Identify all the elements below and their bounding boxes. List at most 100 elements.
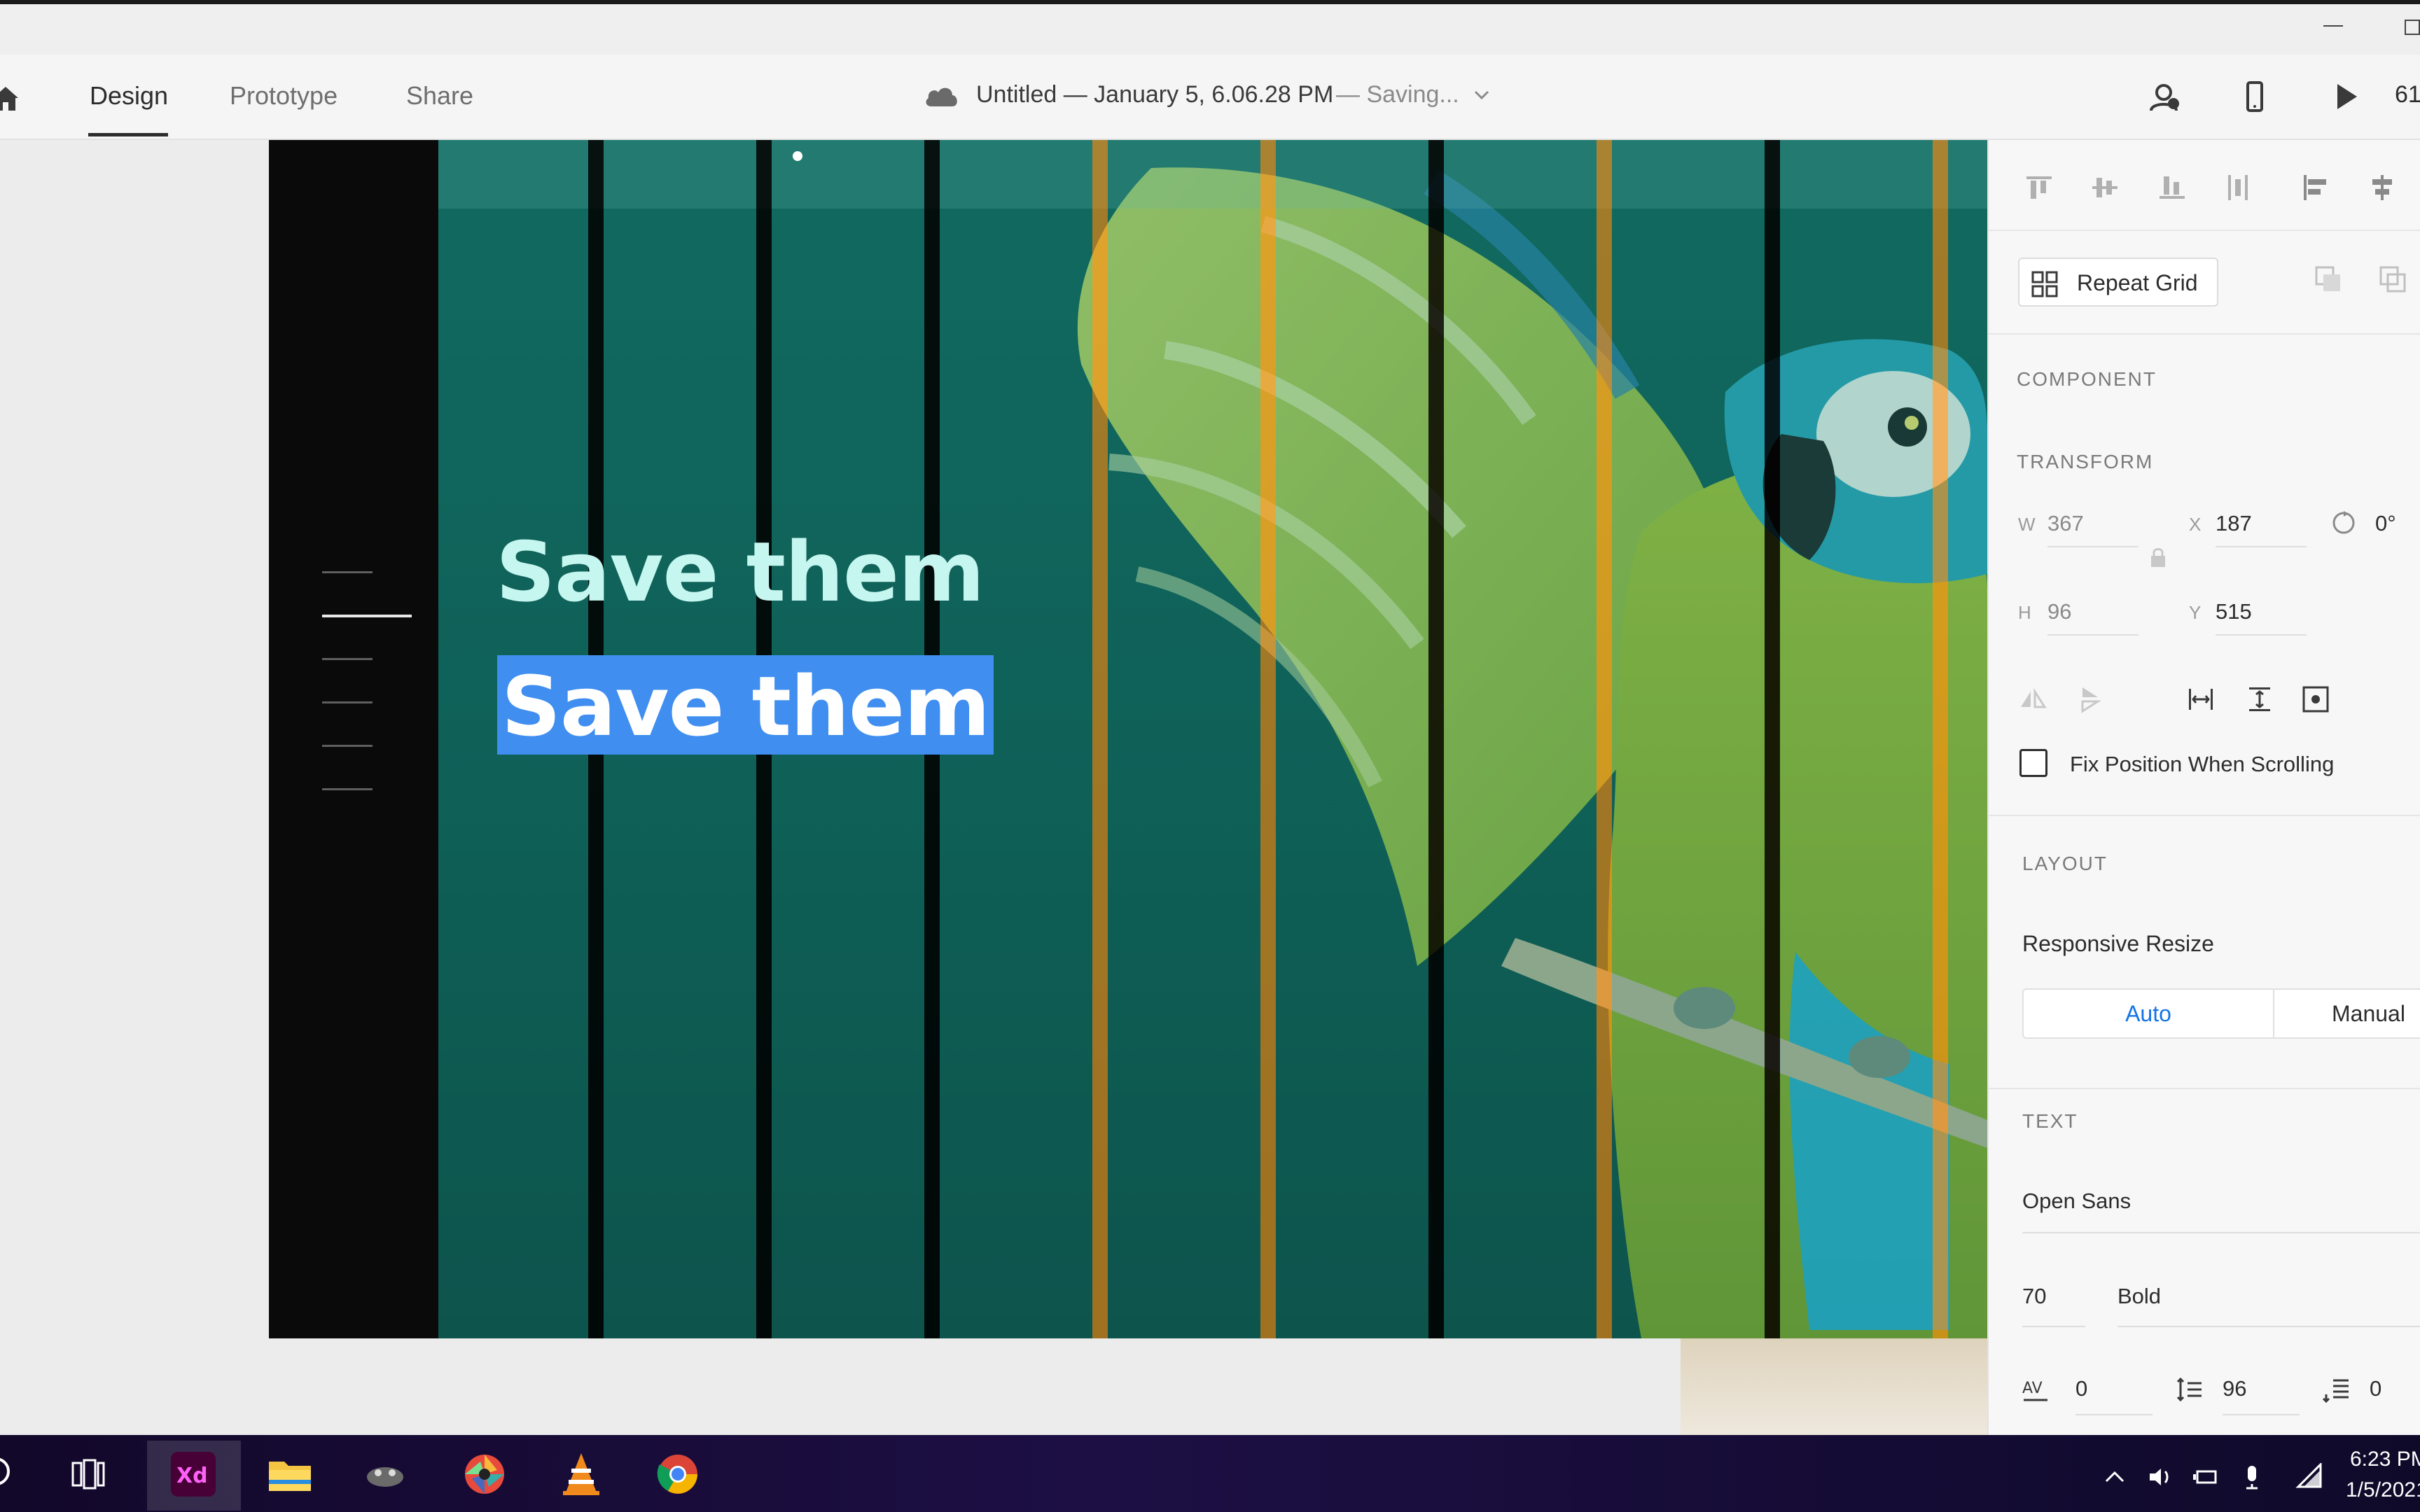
user-add-icon[interactable] bbox=[2147, 80, 2181, 113]
home-icon[interactable] bbox=[0, 83, 21, 113]
device-preview-icon[interactable] bbox=[2238, 80, 2272, 113]
height-label: H bbox=[2018, 602, 2031, 623]
component-section-title: COMPONENT bbox=[2017, 368, 2157, 390]
align-left-icon[interactable] bbox=[2300, 172, 2330, 203]
chrome-icon[interactable] bbox=[653, 1449, 703, 1499]
grid-gutter bbox=[1428, 140, 1444, 1338]
field-underline bbox=[2118, 1326, 2420, 1327]
clock-time[interactable]: 6:23 PM bbox=[2350, 1448, 2420, 1471]
group-icon[interactable] bbox=[2378, 265, 2407, 294]
zoom-level[interactable]: 61 bbox=[2395, 81, 2420, 108]
fit-both-icon[interactable] bbox=[2301, 685, 2330, 714]
distribute-horizontal-icon[interactable] bbox=[2223, 172, 2253, 203]
width-label: W bbox=[2018, 514, 2036, 535]
y-label: Y bbox=[2189, 602, 2202, 623]
grid-column bbox=[1276, 140, 1428, 1338]
fit-height-icon[interactable] bbox=[2245, 685, 2274, 714]
window-title-bar bbox=[0, 0, 2420, 55]
nav-indicator[interactable] bbox=[322, 745, 373, 747]
nav-indicator[interactable] bbox=[322, 571, 373, 573]
repeat-grid-button[interactable]: Repeat Grid bbox=[2018, 258, 2218, 307]
fix-position-checkbox[interactable] bbox=[2019, 749, 2047, 777]
align-top-icon[interactable] bbox=[2024, 172, 2054, 203]
aperture-app-icon[interactable] bbox=[459, 1449, 510, 1499]
nav-indicator[interactable] bbox=[322, 701, 373, 704]
artboard[interactable]: Save them Save them bbox=[269, 140, 1987, 1338]
character-spacing-field[interactable]: 0 bbox=[2075, 1376, 2087, 1401]
grid-gutter bbox=[1260, 140, 1276, 1338]
field-underline bbox=[2047, 546, 2139, 547]
nav-indicator[interactable] bbox=[322, 788, 373, 790]
file-explorer-icon[interactable] bbox=[265, 1449, 315, 1499]
y-field[interactable]: 515 bbox=[2216, 599, 2252, 624]
screen: Design Prototype Share Untitled — Januar… bbox=[0, 0, 2420, 1512]
divider bbox=[1989, 1088, 2420, 1089]
fix-position-label: Fix Position When Scrolling bbox=[2070, 752, 2335, 776]
svg-text:AV: AV bbox=[2022, 1380, 2043, 1397]
volume-icon[interactable] bbox=[2146, 1463, 2174, 1491]
line-spacing-icon bbox=[2176, 1377, 2202, 1402]
font-weight-field[interactable]: Bold bbox=[2118, 1284, 2161, 1309]
font-family-field[interactable]: Open Sans bbox=[2022, 1189, 2131, 1214]
nav-indicator[interactable] bbox=[322, 658, 373, 660]
paragraph-spacing-icon bbox=[2322, 1379, 2349, 1404]
divider bbox=[1989, 230, 2420, 231]
headline-text[interactable]: Save them bbox=[496, 524, 985, 620]
layout-section-title: LAYOUT bbox=[2022, 853, 2108, 874]
resize-manual-option[interactable]: Manual bbox=[2276, 990, 2420, 1037]
wifi-icon[interactable] bbox=[2295, 1463, 2323, 1491]
rotate-icon[interactable] bbox=[2329, 508, 2358, 538]
responsive-resize-label: Responsive Resize bbox=[2022, 931, 2214, 956]
field-underline bbox=[2216, 546, 2307, 547]
selection-handle[interactable] bbox=[793, 151, 802, 161]
tab-prototype[interactable]: Prototype bbox=[230, 81, 338, 111]
grid-gutter bbox=[1597, 140, 1612, 1338]
adobe-xd-icon[interactable]: Xd bbox=[168, 1449, 218, 1499]
flip-horizontal-icon[interactable] bbox=[2018, 685, 2047, 714]
flip-vertical-icon[interactable] bbox=[2075, 685, 2105, 714]
divider bbox=[1989, 815, 2420, 816]
search-icon[interactable] bbox=[0, 1455, 18, 1494]
microphone-icon[interactable] bbox=[2238, 1463, 2266, 1491]
align-middle-icon[interactable] bbox=[2089, 172, 2120, 203]
vlc-icon[interactable] bbox=[556, 1449, 606, 1499]
battery-icon[interactable] bbox=[2192, 1463, 2220, 1491]
design-canvas[interactable]: Save them Save them bbox=[0, 140, 1987, 1435]
line-spacing-field[interactable]: 96 bbox=[2223, 1376, 2246, 1401]
height-field[interactable]: 96 bbox=[2047, 599, 2071, 624]
resize-mode-toggle: Auto Manual bbox=[2022, 988, 2420, 1039]
x-field[interactable]: 187 bbox=[2216, 511, 2252, 536]
mask-icon[interactable] bbox=[2314, 265, 2343, 294]
minimize-icon[interactable] bbox=[2323, 25, 2343, 27]
headline-text-selected[interactable]: Save them bbox=[497, 655, 994, 755]
active-tab-indicator bbox=[88, 133, 168, 136]
tab-design[interactable]: Design bbox=[90, 81, 168, 111]
align-bottom-icon[interactable] bbox=[2157, 172, 2188, 203]
repeat-grid-icon bbox=[2031, 271, 2058, 298]
maximize-icon[interactable] bbox=[2405, 20, 2420, 35]
align-center-icon[interactable] bbox=[2367, 172, 2398, 203]
chevron-down-icon[interactable] bbox=[1473, 88, 1490, 102]
nav-indicator-active[interactable] bbox=[322, 615, 412, 617]
cloud-icon bbox=[926, 88, 957, 106]
rotation-field[interactable]: 0° bbox=[2375, 511, 2396, 536]
chevron-up-icon[interactable] bbox=[2101, 1463, 2129, 1491]
media-app-icon[interactable] bbox=[360, 1449, 410, 1499]
transform-section-title: TRANSFORM bbox=[2017, 451, 2154, 472]
clock-date[interactable]: 1/5/2021 bbox=[2346, 1478, 2420, 1502]
grid-column bbox=[1780, 140, 1933, 1338]
fit-width-icon[interactable] bbox=[2186, 685, 2216, 714]
divider bbox=[1989, 333, 2420, 335]
lock-icon[interactable] bbox=[2148, 546, 2168, 570]
task-view-icon[interactable] bbox=[70, 1456, 106, 1492]
font-size-field[interactable]: 70 bbox=[2022, 1284, 2046, 1309]
document-title[interactable]: Untitled — January 5, 6.06.28 PM bbox=[976, 81, 1333, 108]
width-field[interactable]: 367 bbox=[2047, 511, 2084, 536]
grid-gutter bbox=[1765, 140, 1780, 1338]
resize-auto-option[interactable]: Auto bbox=[2024, 990, 2274, 1037]
paragraph-spacing-field[interactable]: 0 bbox=[2370, 1376, 2381, 1401]
play-icon[interactable] bbox=[2329, 80, 2363, 113]
grid-gutter bbox=[1092, 140, 1108, 1338]
property-inspector: Repeat Grid COMPONENT TRANSFORM W 367 X … bbox=[1987, 140, 2420, 1435]
tab-share[interactable]: Share bbox=[406, 81, 473, 111]
